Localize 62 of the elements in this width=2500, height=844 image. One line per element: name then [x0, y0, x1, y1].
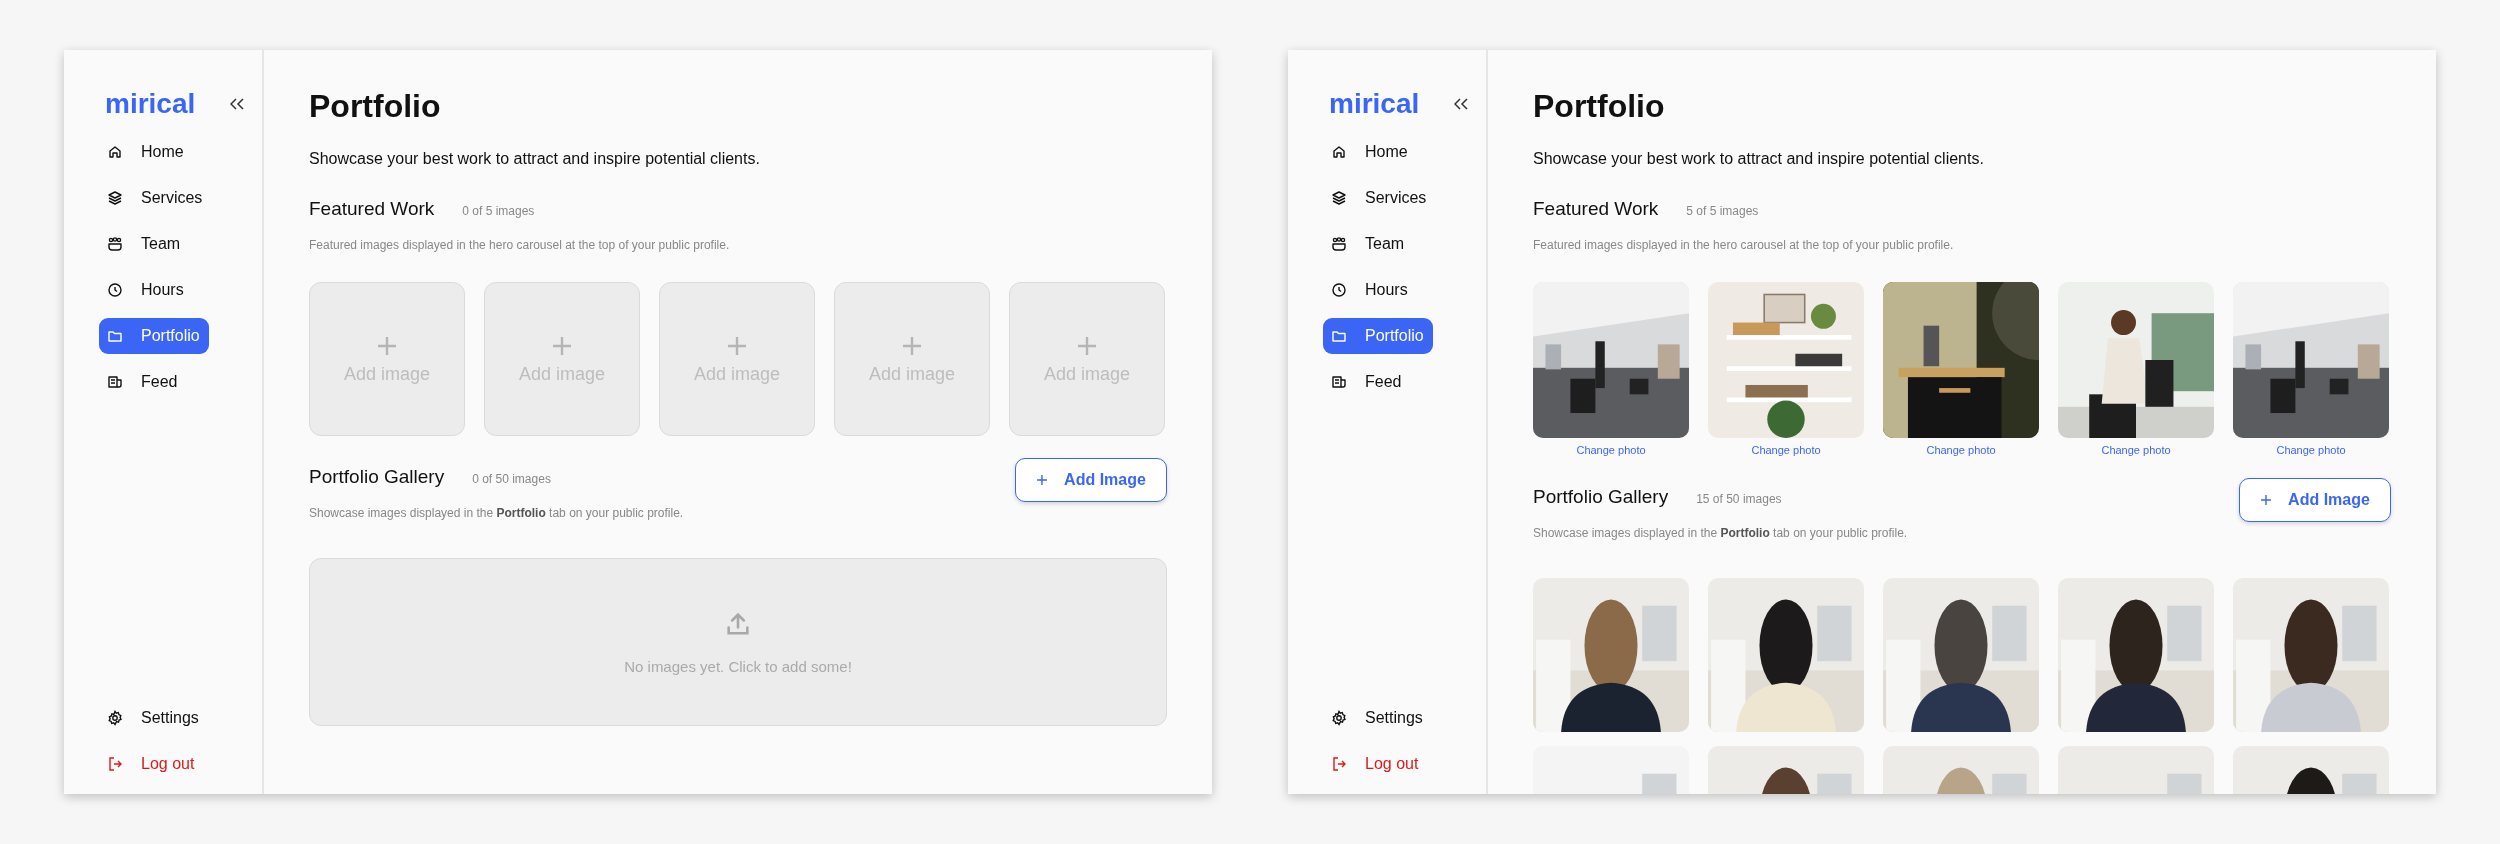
- layers-icon: [107, 190, 123, 206]
- nav-item[interactable]: Portfolio: [99, 318, 209, 354]
- change-photo-link[interactable]: Change photo: [1751, 444, 1821, 456]
- plus-icon: [1036, 474, 1049, 486]
- image-count: 5 of 5 images: [1686, 204, 1759, 218]
- image-count: 0 of 5 images: [462, 204, 535, 218]
- image-count: 0 of 50 images: [472, 472, 551, 486]
- section-title: Featured Work: [309, 198, 435, 220]
- home-icon: [1331, 144, 1347, 160]
- nav-item[interactable]: Services: [1323, 180, 1433, 216]
- page-subtitle: Showcase your best work to attract and inspire potential clients.: [309, 150, 761, 168]
- layers-icon: [1331, 190, 1347, 206]
- section-description: Featured images displayed in the hero carousel at the top of your public profile.: [1533, 238, 1955, 252]
- change-photo-link[interactable]: Change photo: [2276, 444, 2346, 456]
- image-count: 15 of 50 images: [1696, 492, 1782, 506]
- clock-icon: [1331, 282, 1347, 298]
- nav-item[interactable]: Services: [99, 180, 209, 216]
- nav-item[interactable]: Log out: [1323, 746, 1453, 782]
- change-photo-link[interactable]: Change photo: [2101, 444, 2171, 456]
- nav-item[interactable]: Portfolio: [1323, 318, 1433, 354]
- team-icon: [1331, 236, 1347, 252]
- feed-icon: [1331, 374, 1347, 390]
- nav-item[interactable]: Feed: [1323, 364, 1433, 400]
- nav-item[interactable]: Team: [99, 226, 209, 262]
- collapse-icon[interactable]: [230, 98, 244, 110]
- nav-item[interactable]: Home: [99, 134, 209, 170]
- plus-icon: [2260, 494, 2273, 506]
- page-subtitle: Showcase your best work to attract and inspire potential clients.: [1533, 150, 1985, 168]
- home-icon: [107, 144, 123, 160]
- nav-item[interactable]: Settings: [99, 700, 229, 736]
- change-photo-link[interactable]: Change photo: [1926, 444, 1996, 456]
- section-description: Showcase images displayed in the Portfolio tab on your public profile.: [309, 506, 684, 520]
- settings-icon: [1331, 710, 1347, 726]
- nav-item[interactable]: Settings: [1323, 700, 1453, 736]
- folder-icon: [1331, 328, 1347, 344]
- logout-icon: [107, 756, 123, 772]
- nav-item[interactable]: Hours: [99, 272, 209, 308]
- logout-icon: [1331, 756, 1347, 772]
- folder-icon: [107, 328, 123, 344]
- page-title: Portfolio: [1533, 87, 1666, 126]
- collapse-icon[interactable]: [1454, 98, 1468, 110]
- section-description: Featured images displayed in the hero carousel at the top of your public profile.: [309, 238, 731, 252]
- empty-message: No images yet. Click to add some!: [624, 657, 852, 675]
- team-icon: [107, 236, 123, 252]
- section-title: Portfolio Gallery: [1533, 486, 1669, 508]
- nav-item[interactable]: Hours: [1323, 272, 1433, 308]
- nav-item[interactable]: Feed: [99, 364, 209, 400]
- section-description: Showcase images displayed in the Portfolio tab on your public profile.: [1533, 526, 1908, 540]
- feed-icon: [107, 374, 123, 390]
- section-title: Portfolio Gallery: [309, 466, 445, 488]
- nav-item[interactable]: Team: [1323, 226, 1433, 262]
- page-title: Portfolio: [309, 87, 442, 126]
- change-photo-link[interactable]: Change photo: [1576, 444, 1646, 456]
- section-title: Featured Work: [1533, 198, 1659, 220]
- logo: mirical: [105, 88, 196, 120]
- clock-icon: [107, 282, 123, 298]
- settings-icon: [107, 710, 123, 726]
- add-image-button[interactable]: Add Image: [2239, 478, 2391, 522]
- nav-item[interactable]: Log out: [99, 746, 229, 782]
- add-image-button[interactable]: Add Image: [1015, 458, 1167, 502]
- logo: mirical: [1329, 88, 1420, 120]
- nav-item[interactable]: Home: [1323, 134, 1433, 170]
